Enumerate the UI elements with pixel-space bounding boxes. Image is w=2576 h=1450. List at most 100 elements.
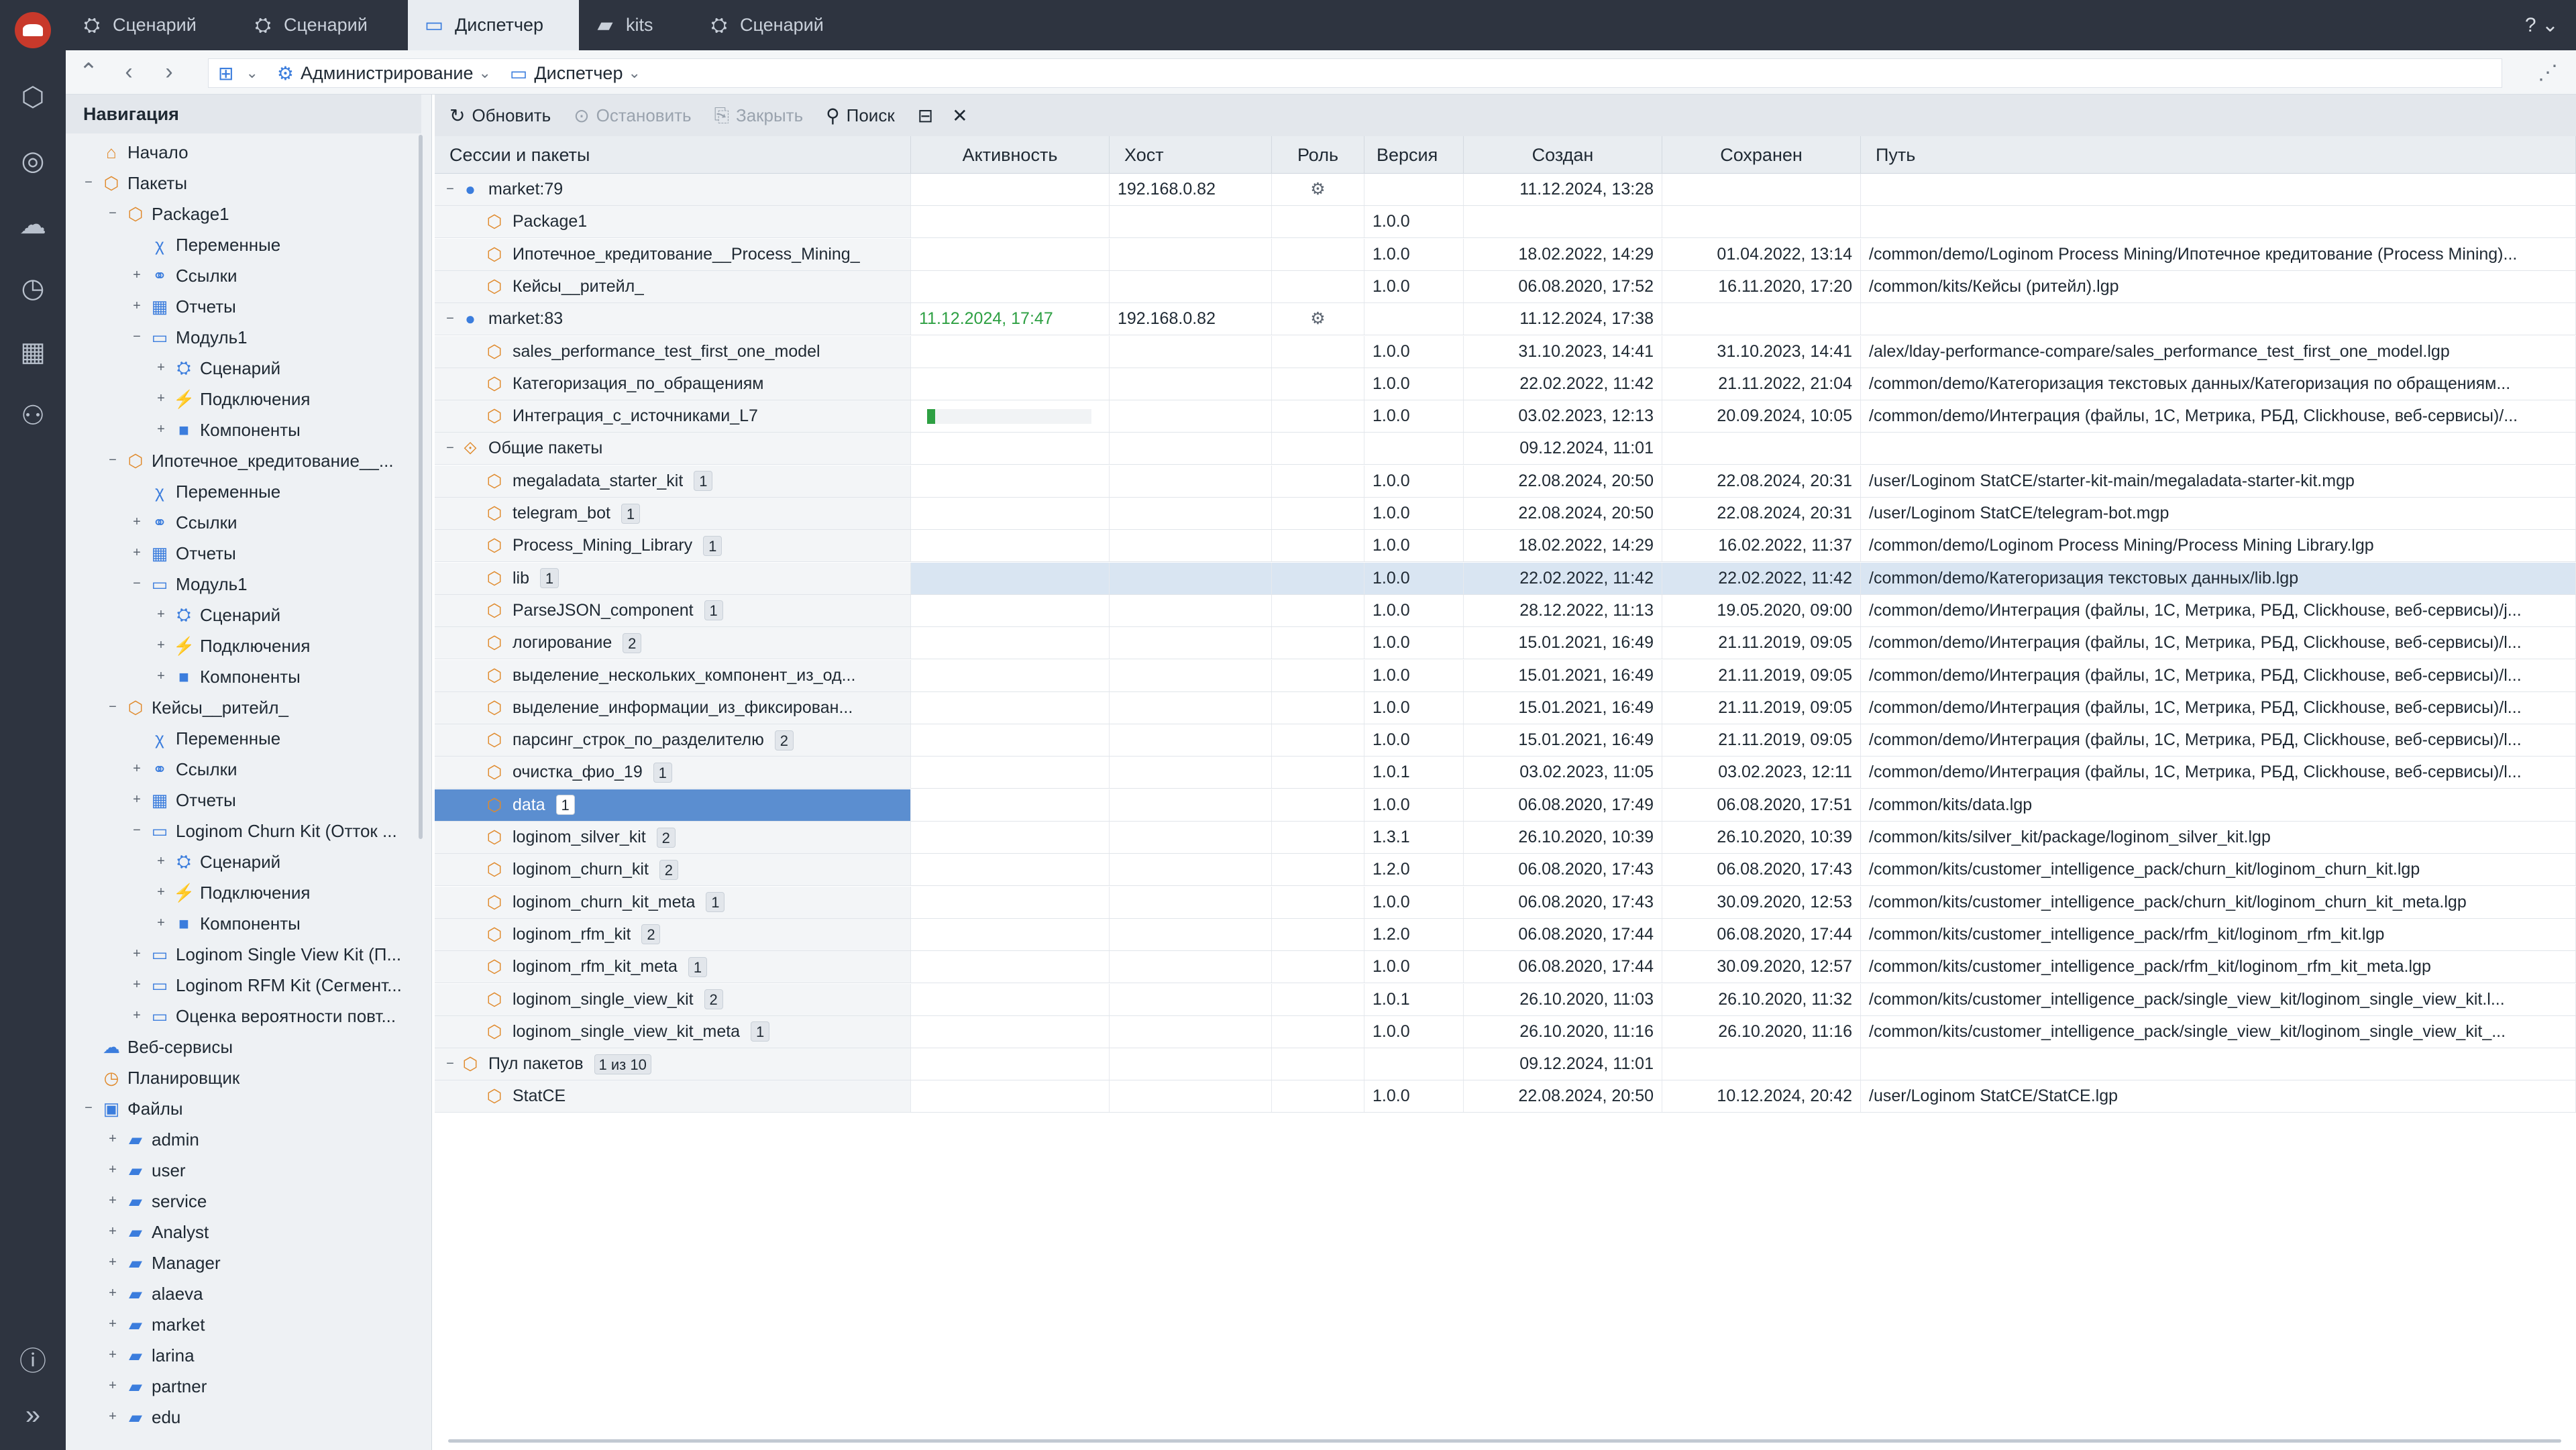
nav-tree-item[interactable]: + ▰ edu xyxy=(66,1402,415,1433)
search-button[interactable]: ⚲ Поиск xyxy=(826,105,895,127)
nav-tree-item[interactable]: + ▰ user xyxy=(66,1155,415,1186)
chevron-down-icon[interactable]: ⌄ xyxy=(628,64,640,82)
close-button[interactable]: ⎘ Закрыть xyxy=(714,105,804,127)
table-row[interactable]: ⬡ StatCE 1.0.0 22.08.2024, 20:50 10.12.2024,… xyxy=(435,1080,2576,1113)
nav-tree-item[interactable]: − ▭ Loginom Churn Kit (Отток ... xyxy=(66,816,415,846)
refresh-button[interactable]: ↻ Обновить xyxy=(449,105,551,127)
settings-icon[interactable]: ⚙ xyxy=(1272,303,1364,335)
expand-toggle-icon[interactable]: + xyxy=(153,422,169,438)
nav-tree-item[interactable]: χ Переменные xyxy=(66,229,415,260)
collapse-toggle-icon[interactable]: − xyxy=(441,174,459,205)
expand-toggle-icon[interactable]: + xyxy=(153,669,169,685)
table-row[interactable]: ⬡ loginom_single_view_kit_meta 1 1.0.0 26.10… xyxy=(435,1015,2576,1048)
nav-tree-item[interactable]: + ⚡ Подключения xyxy=(66,877,415,908)
forward-button[interactable]: › xyxy=(156,58,182,85)
nav-tree-item[interactable]: ⌂ Начало xyxy=(66,137,415,168)
session-name-cell[interactable]: ⬡ выделение_информации_из_фиксирован... xyxy=(435,691,911,724)
expand-toggle-icon[interactable]: − xyxy=(80,1101,97,1117)
expand-toggle-icon[interactable]: − xyxy=(129,823,145,839)
nav-tree-item[interactable]: χ Переменные xyxy=(66,476,415,507)
collapse-toggle-icon[interactable]: − xyxy=(441,1048,459,1080)
expand-toggle-icon[interactable]: + xyxy=(105,1255,121,1271)
nav-tree-item[interactable]: χ Переменные xyxy=(66,723,415,754)
table-row[interactable]: − ● market:79 192.168.0.82 ⚙ 11.12.2024, 13:2… xyxy=(435,174,2576,206)
session-name-cell[interactable]: − ● market:79 xyxy=(435,174,911,205)
table-row[interactable]: ⬡ Категоризация_по_обращениям 1.0.0 22.02.2… xyxy=(435,368,2576,400)
nav-tree-item[interactable]: − ⬡ Кейсы__ритейл_ xyxy=(66,692,415,723)
expand-toggle-icon[interactable]: + xyxy=(129,514,145,531)
expand-toggle-icon[interactable]: + xyxy=(129,792,145,808)
table-row[interactable]: ⬡ data 1 1.0.0 06.08.2020, 17:49 06.08.2020, … xyxy=(435,789,2576,822)
session-name-cell[interactable]: − ⬡ Пул пакетов 1 из 10 xyxy=(435,1048,911,1080)
session-name-cell[interactable]: ⬡ парсинг_строк_по_разделителю 2 xyxy=(435,724,911,757)
nav-tree-item[interactable]: − ⬡ Пакеты xyxy=(66,168,415,199)
nav-tree-item[interactable]: + ▰ alaeva xyxy=(66,1278,415,1309)
table-row[interactable]: ⬡ Process_Mining_Library 1 1.0.0 18.02.2022,… xyxy=(435,530,2576,563)
expand-toggle-icon[interactable]: − xyxy=(129,329,145,345)
expand-toggle-icon[interactable]: + xyxy=(129,1008,145,1024)
app-logo[interactable] xyxy=(15,12,51,48)
nav-tree-item[interactable]: + ▦ Отчеты xyxy=(66,785,415,816)
user-settings-icon[interactable]: ⚇ xyxy=(16,399,50,433)
horizontal-scrollbar[interactable] xyxy=(448,1439,2561,1443)
expand-toggle-icon[interactable]: + xyxy=(105,1347,121,1363)
nav-tree-item[interactable]: + ▰ larina xyxy=(66,1340,415,1371)
column-header-host[interactable]: Хост xyxy=(1110,136,1272,174)
table-row[interactable]: ⬡ очистка_фио_19 1 1.0.1 03.02.2023, 11:05 03… xyxy=(435,757,2576,789)
nav-tree-item[interactable]: + ⛭ Сценарий xyxy=(66,600,415,630)
session-name-cell[interactable]: ⬡ Кейсы__ритейл_ xyxy=(435,270,911,302)
session-name-cell[interactable]: ⬡ loginom_silver_kit 2 xyxy=(435,822,911,853)
settings-icon[interactable]: ⚙ xyxy=(1272,174,1364,205)
session-name-cell[interactable]: ⬡ логирование 2 xyxy=(435,627,911,659)
nav-scrollbar[interactable] xyxy=(419,135,423,839)
breadcrumb-dispatcher[interactable]: Диспетчер xyxy=(534,63,623,84)
nav-tree-item[interactable]: + ▰ service xyxy=(66,1186,415,1217)
column-header-version[interactable]: Версия xyxy=(1364,136,1464,174)
session-name-cell[interactable]: ⬡ sales_performance_test_first_one_model xyxy=(435,335,911,368)
column-header-path[interactable]: Путь xyxy=(1861,136,2576,174)
session-name-cell[interactable]: ⬡ Интеграция_с_источниками_L7 xyxy=(435,400,911,433)
session-name-cell[interactable]: ⬡ ParseJSON_component 1 xyxy=(435,594,911,626)
table-row[interactable]: ⬡ megaladata_starter_kit 1 1.0.0 22.08.2024,… xyxy=(435,465,2576,498)
session-name-cell[interactable]: ⬡ очистка_фио_19 1 xyxy=(435,757,911,789)
column-header-role[interactable]: Роль xyxy=(1272,136,1364,174)
tools-button[interactable]: ✕ xyxy=(952,105,974,127)
nav-tree-item[interactable]: + ▰ Analyst xyxy=(66,1217,415,1247)
session-name-cell[interactable]: ⬡ Категоризация_по_обращениям xyxy=(435,368,911,400)
table-row[interactable]: ⬡ ParseJSON_component 1 1.0.0 28.12.2022, 11… xyxy=(435,594,2576,627)
expand-toggle-icon[interactable]: + xyxy=(105,1378,121,1394)
packages-icon[interactable]: ⬡ xyxy=(16,80,50,114)
nav-tree-item[interactable]: + ▦ Отчеты xyxy=(66,291,415,322)
session-name-cell[interactable]: ⬡ lib 1 xyxy=(435,562,911,594)
expand-toggle-icon[interactable]: + xyxy=(153,391,169,407)
share-icon[interactable]: ⋰ xyxy=(2534,60,2561,87)
table-row[interactable]: ⬡ парсинг_строк_по_разделителю 2 1.0.0 15.01… xyxy=(435,724,2576,757)
expand-toggle-icon[interactable]: + xyxy=(153,607,169,623)
expand-toggle-icon[interactable]: + xyxy=(105,1224,121,1240)
info-icon[interactable]: ⓘ xyxy=(16,1345,50,1378)
nav-tree-item[interactable]: + ■ Компоненты xyxy=(66,414,415,445)
expand-toggle-icon[interactable]: + xyxy=(153,854,169,870)
nav-tree-item[interactable]: + ⚡ Подключения xyxy=(66,630,415,661)
session-name-cell[interactable]: ⬡ loginom_single_view_kit 2 xyxy=(435,983,911,1015)
messages-button[interactable]: ⊟ xyxy=(918,105,940,127)
table-row[interactable]: ⬡ выделение_нескольких_компонент_из_од...… xyxy=(435,659,2576,692)
table-row[interactable]: − ⟐ Общие пакеты 09.12.2024, 11:01 xyxy=(435,433,2576,465)
column-header-activity[interactable]: Активность xyxy=(911,136,1110,174)
session-name-cell[interactable]: ⬡ loginom_rfm_kit 2 xyxy=(435,918,911,950)
expand-toggle-icon[interactable]: + xyxy=(105,1409,121,1425)
session-name-cell[interactable]: − ⟐ Общие пакеты xyxy=(435,433,911,465)
chevron-down-icon[interactable]: ⌄ xyxy=(246,64,258,82)
table-row[interactable]: ⬡ Package1 1.0.0 xyxy=(435,206,2576,239)
expand-toggle-icon[interactable]: − xyxy=(105,206,121,222)
nav-tree-item[interactable]: + ▦ Отчеты xyxy=(66,538,415,569)
table-row[interactable]: ⬡ loginom_rfm_kit_meta 1 1.0.0 06.08.2020, 1… xyxy=(435,951,2576,984)
nav-tree-item[interactable]: − ⬡ Package1 xyxy=(66,199,415,229)
expand-toggle-icon[interactable]: + xyxy=(105,1193,121,1209)
expand-toggle-icon[interactable]: + xyxy=(129,946,145,962)
nav-tree-item[interactable]: + ⚭ Ссылки xyxy=(66,754,415,785)
expand-toggle-icon[interactable]: − xyxy=(105,700,121,716)
calendar-icon[interactable]: ▦ xyxy=(16,335,50,369)
tab-dispatcher[interactable]: ▭ Диспетчер xyxy=(408,0,579,50)
expand-toggle-icon[interactable]: + xyxy=(129,977,145,993)
